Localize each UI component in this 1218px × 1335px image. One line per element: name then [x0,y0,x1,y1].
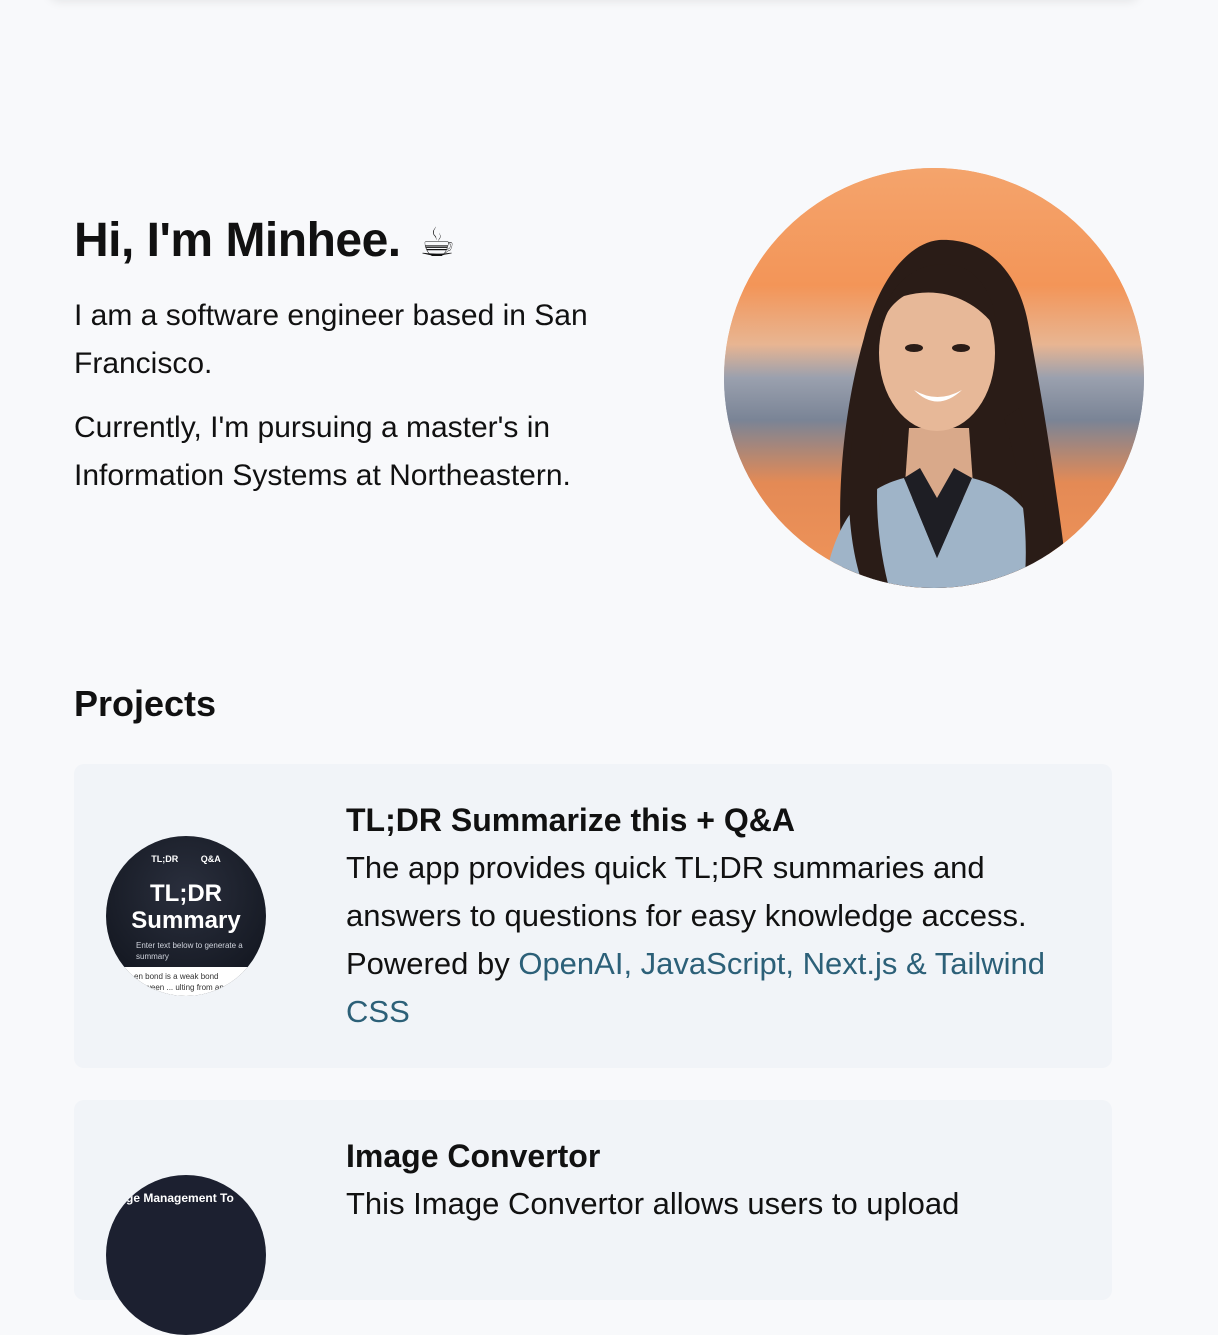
thumb-nav-left: TL;DR [151,854,179,864]
thumb-headline-line-2: Summary [131,907,241,934]
project-title[interactable]: TL;DR Summarize this + Q&A [346,800,1076,840]
hero-current: Currently, I'm pursuing a master's in In… [74,411,571,492]
profile-photo-icon [724,168,1144,588]
project-description: The app provides quick TL;DR summaries a… [346,844,1076,1036]
projects-heading: Projects [74,683,217,724]
thumb-hint: Enter text below to generate a summary [136,941,243,961]
thumb-headline: TL;DR Summary [106,880,266,934]
project-card-body: Image Convertor This Image Convertor all… [346,1136,1076,1228]
thumb-nav-right: Q&A [200,854,221,864]
project-card-tldr[interactable]: TL;DR Q&A TL;DR Summary Enter text below… [74,764,1112,1068]
hero-section: Hi, I'm Minhee. ☕ I am a software engine… [74,168,1144,588]
project-title[interactable]: Image Convertor [346,1136,1076,1176]
project-thumbnail[interactable]: nage Management To [106,1175,266,1335]
thumb-sample-text: en bond is a weak bond between ... ultin… [120,967,252,996]
hero-text: Hi, I'm Minhee. ☕ I am a software engine… [74,212,634,516]
project-description: This Image Convertor allows users to upl… [346,1186,960,1221]
project-thumbnail[interactable]: TL;DR Q&A TL;DR Summary Enter text below… [106,836,266,996]
thumb-label: nage Management To [112,1191,234,1205]
thumb-headline-line-1: TL;DR [150,880,222,907]
hero-title-text: Hi, I'm Minhee. [74,214,401,267]
coffee-icon: ☕ [419,221,455,265]
project-card-image-convertor[interactable]: nage Management To Image Convertor This … [74,1100,1112,1335]
avatar [724,168,1144,588]
project-card-body: TL;DR Summarize this + Q&A The app provi… [346,800,1076,1036]
hero-intro: I am a software engineer based in San Fr… [74,299,588,380]
thumb-nav: TL;DR Q&A [106,854,266,864]
hero-title: Hi, I'm Minhee. ☕ [74,212,634,272]
